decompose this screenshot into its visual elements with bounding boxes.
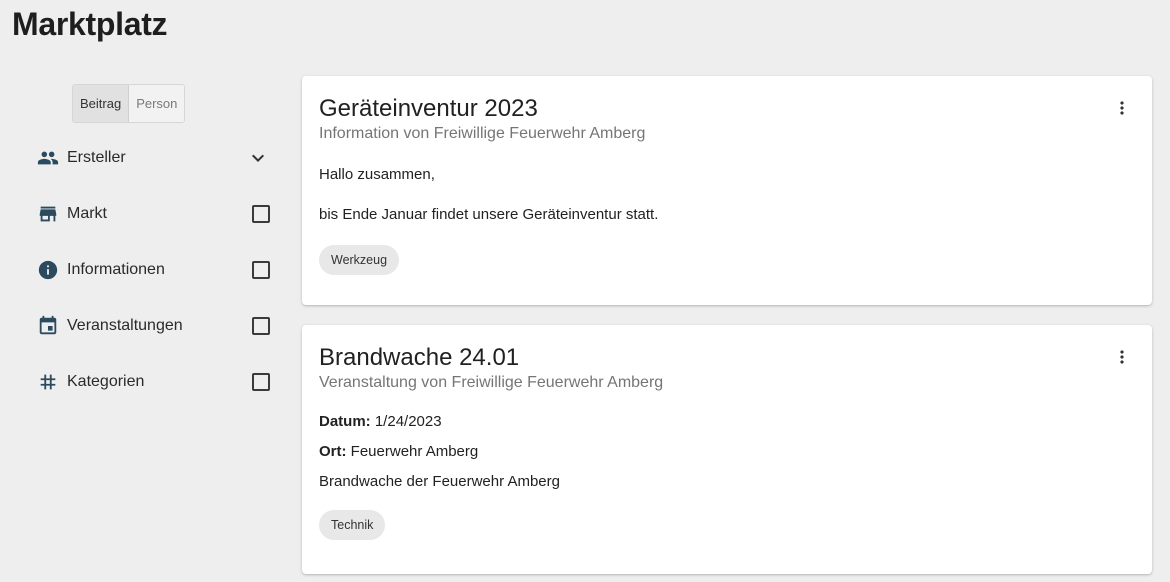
filter-label: Veranstaltungen [67, 317, 183, 334]
hash-icon [36, 370, 60, 394]
markt-checkbox[interactable] [252, 205, 270, 223]
filter-ersteller[interactable]: Ersteller [36, 130, 272, 186]
date-value: 1/24/2023 [374, 413, 442, 430]
card-date-line: Datum: 1/24/2023 [319, 413, 1135, 430]
card-description: Brandwache der Feuerwehr Amberg [319, 473, 560, 490]
place-value: Feuerwehr Amberg [350, 443, 479, 460]
filter-kategorien[interactable]: Kategorien [36, 354, 272, 410]
filter-informationen[interactable]: Informationen [36, 242, 272, 298]
post-card: Geräteinventur 2023 Information von Frei… [302, 76, 1152, 305]
page-title: Marktplatz [12, 6, 168, 42]
filter-veranstaltungen[interactable]: Veranstaltungen [36, 298, 272, 354]
card-subtitle: Veranstaltung von Freiwillige Feuerwehr … [319, 374, 664, 391]
filter-label: Informationen [67, 261, 165, 278]
view-toggle: Beitrag Person [72, 84, 186, 123]
chevron-down-icon[interactable] [246, 146, 270, 170]
kategorien-checkbox[interactable] [252, 373, 270, 391]
card-title: Geräteinventur 2023 [319, 95, 538, 122]
informationen-checkbox[interactable] [252, 261, 270, 279]
card-text: bis Ende Januar findet unsere Geräteinve… [319, 206, 659, 223]
card-place-line: Ort: Feuerwehr Amberg [319, 443, 1135, 460]
toggle-beitrag[interactable]: Beitrag [73, 85, 130, 122]
more-vert-icon[interactable] [1112, 98, 1132, 118]
category-chip[interactable]: Technik [319, 510, 386, 540]
filter-list: Ersteller Markt Informationen Veranstalt… [36, 130, 272, 410]
filter-markt[interactable]: Markt [36, 186, 272, 242]
toggle-person[interactable]: Person [129, 85, 184, 122]
people-icon [36, 146, 60, 170]
place-label: Ort: [319, 443, 347, 460]
card-subtitle: Information von Freiwillige Feuerwehr Am… [319, 125, 646, 142]
filter-label: Kategorien [67, 373, 145, 390]
card-title: Brandwache 24.01 [319, 344, 520, 371]
veranstaltungen-checkbox[interactable] [252, 317, 270, 335]
more-vert-icon[interactable] [1112, 347, 1132, 367]
filter-label: Ersteller [67, 149, 126, 166]
category-chip[interactable]: Werkzeug [319, 245, 400, 275]
info-icon [36, 258, 60, 282]
store-icon [36, 202, 60, 226]
filter-label: Markt [67, 205, 107, 222]
card-text: Hallo zusammen, [319, 166, 435, 183]
post-card: Brandwache 24.01 Veranstaltung von Freiw… [302, 325, 1152, 574]
date-label: Datum: [319, 413, 371, 430]
calendar-icon [36, 314, 60, 338]
